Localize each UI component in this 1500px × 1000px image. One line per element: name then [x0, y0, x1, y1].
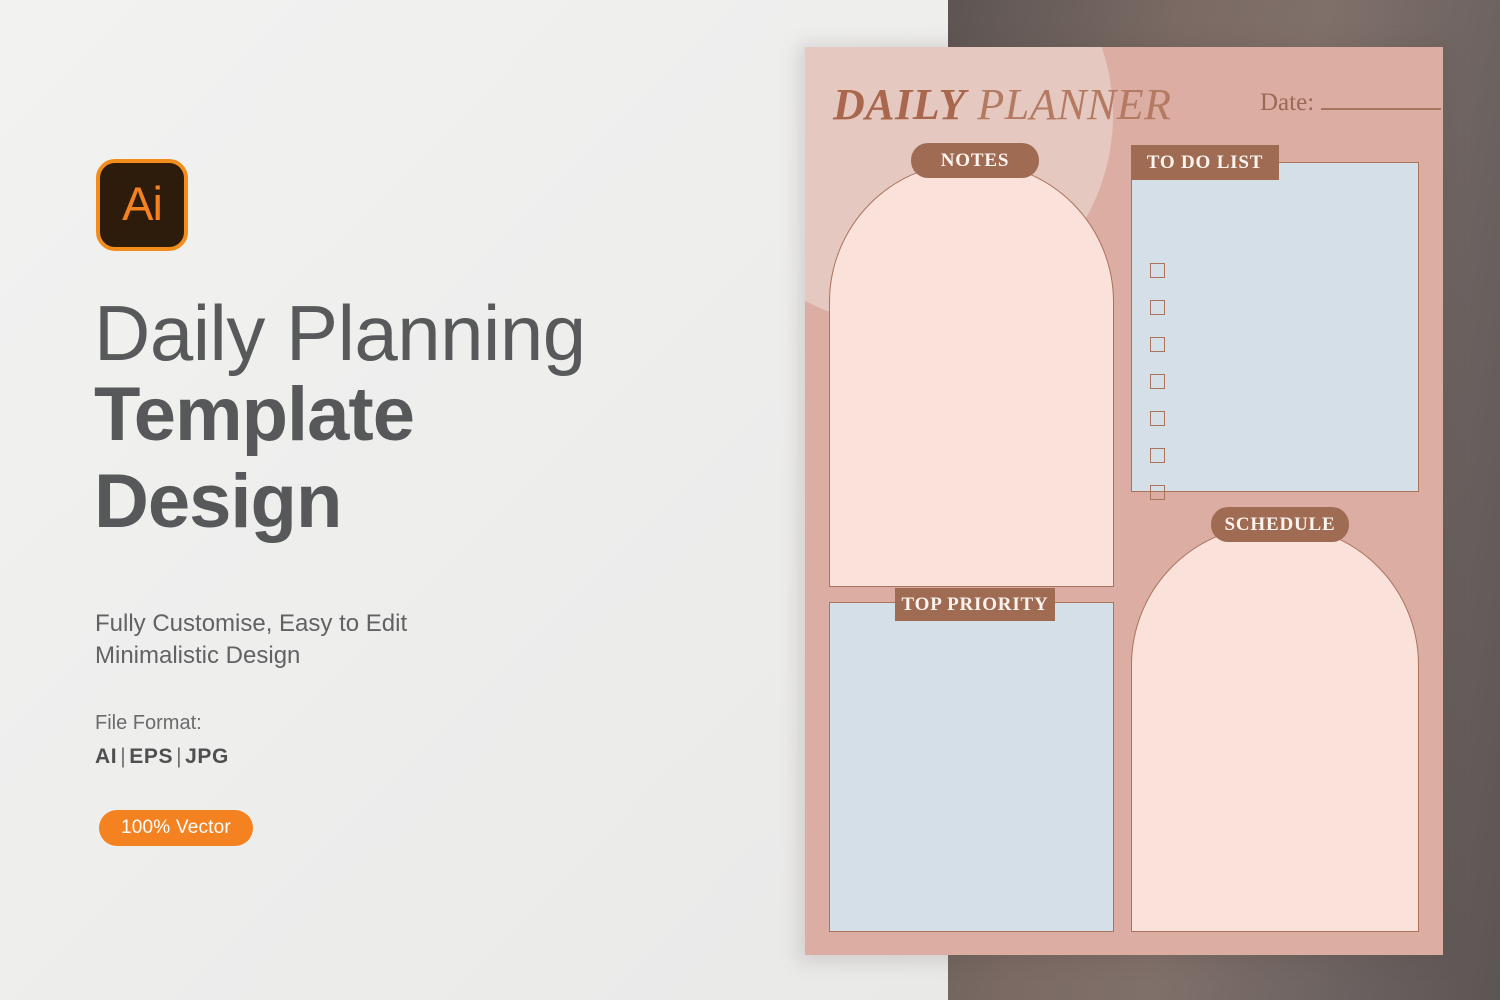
- adobe-illustrator-icon-label: Ai: [122, 177, 163, 230]
- notes-badge: NOTES: [911, 143, 1039, 178]
- todo-checkbox[interactable]: [1150, 337, 1165, 352]
- top-priority-box: [829, 602, 1114, 932]
- todo-checklist: [1150, 263, 1165, 500]
- file-format-eps: EPS: [129, 745, 174, 768]
- page-title: Daily Planning Template Design: [94, 289, 794, 545]
- file-format-value: AI | EPS | JPG: [95, 745, 229, 769]
- planner-title-bold: DAILY: [833, 80, 966, 129]
- status-badge-vector: 100% Vector: [99, 810, 253, 846]
- headline-line-3: Design: [94, 458, 342, 544]
- schedule-box: [1131, 525, 1419, 932]
- file-format-ai: AI: [95, 745, 118, 768]
- file-format-jpg: JPG: [185, 745, 229, 768]
- feature-description-line-2: Minimalistic Design: [95, 641, 301, 669]
- screenshot-canvas: Ai Daily Planning Template Design Fully …: [0, 0, 1500, 1000]
- todo-checkbox[interactable]: [1150, 263, 1165, 278]
- todo-list-badge: TO DO LIST: [1131, 145, 1279, 180]
- date-label: Date:: [1260, 89, 1315, 116]
- top-priority-badge: TOP PRIORITY: [895, 588, 1055, 621]
- planner-title-light: PLANNER: [977, 80, 1172, 129]
- headline-line-2: Template: [94, 372, 415, 458]
- file-format-separator-1: |: [120, 745, 127, 768]
- feature-description: Fully Customise, Easy to Edit Minimalist…: [95, 608, 407, 671]
- date-write-line: [1321, 108, 1442, 110]
- feature-description-line-1: Fully Customise, Easy to Edit: [95, 610, 408, 637]
- date-field: Date:: [1260, 89, 1442, 117]
- file-format-label: File Format:: [95, 712, 202, 734]
- todo-checkbox[interactable]: [1150, 448, 1165, 463]
- daily-planner-preview: DAILY PLANNER Date: NOTES TO DO LIST TOP…: [805, 47, 1443, 955]
- adobe-illustrator-icon: Ai: [96, 159, 188, 251]
- todo-list-box: [1131, 162, 1419, 500]
- schedule-badge: SCHEDULE: [1211, 507, 1349, 542]
- headline-line-1: Daily Planning: [94, 289, 586, 377]
- todo-checkbox[interactable]: [1150, 300, 1165, 315]
- notes-box: [829, 162, 1114, 587]
- todo-checkbox[interactable]: [1150, 374, 1165, 389]
- planner-title: DAILY PLANNER: [833, 79, 1172, 130]
- todo-checkbox[interactable]: [1150, 411, 1165, 426]
- todo-checkbox[interactable]: [1150, 485, 1165, 500]
- file-format-separator-2: |: [176, 745, 183, 768]
